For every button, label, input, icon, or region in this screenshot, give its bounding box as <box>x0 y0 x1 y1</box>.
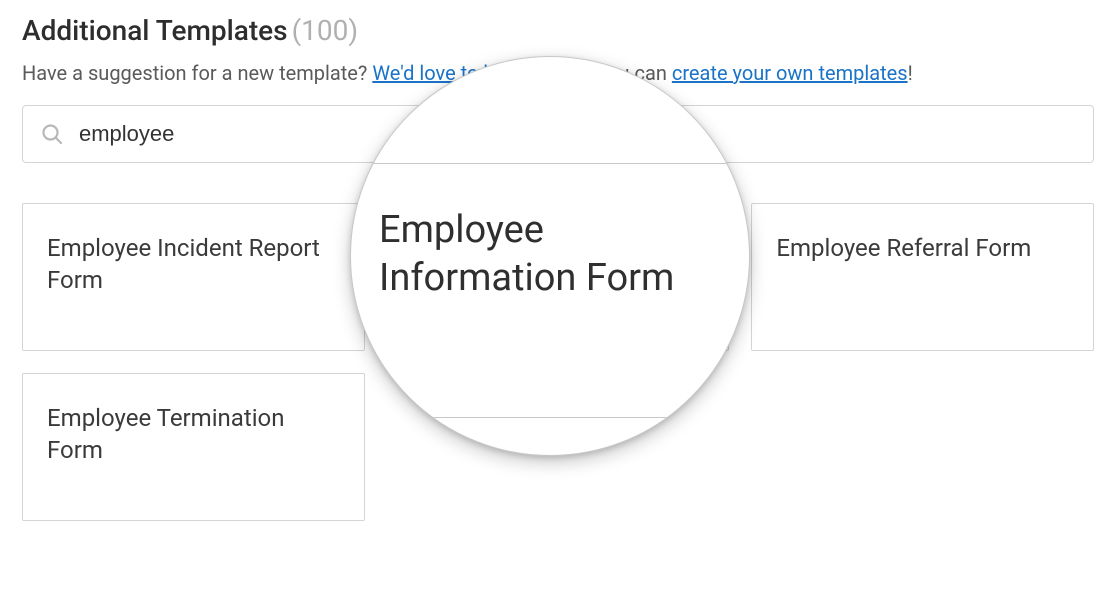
section-header: Additional Templates (100) <box>22 14 1094 47</box>
template-card[interactable]: Employee Referral Form <box>751 203 1094 351</box>
zoom-divider <box>351 163 749 164</box>
suggestion-prefix: Have a suggestion for a new template? <box>22 61 372 85</box>
template-card-title: Employee Termination Form <box>47 402 340 467</box>
template-card-title: Employee Incident Report Form <box>47 232 340 297</box>
template-card[interactable]: Employee Incident Report Form <box>22 203 365 351</box>
section-title: Additional Templates <box>22 14 288 47</box>
section-count: (100) <box>292 14 359 47</box>
suggestion-suffix: ! <box>908 61 913 85</box>
zoom-highlight-title: Employee Information Form <box>379 207 721 302</box>
template-card-title: Employee Referral Form <box>776 232 1031 264</box>
template-card[interactable]: Employee Termination Form <box>22 373 365 521</box>
zoom-lens: Employee Information Form <box>350 56 750 456</box>
zoom-divider <box>351 417 749 418</box>
